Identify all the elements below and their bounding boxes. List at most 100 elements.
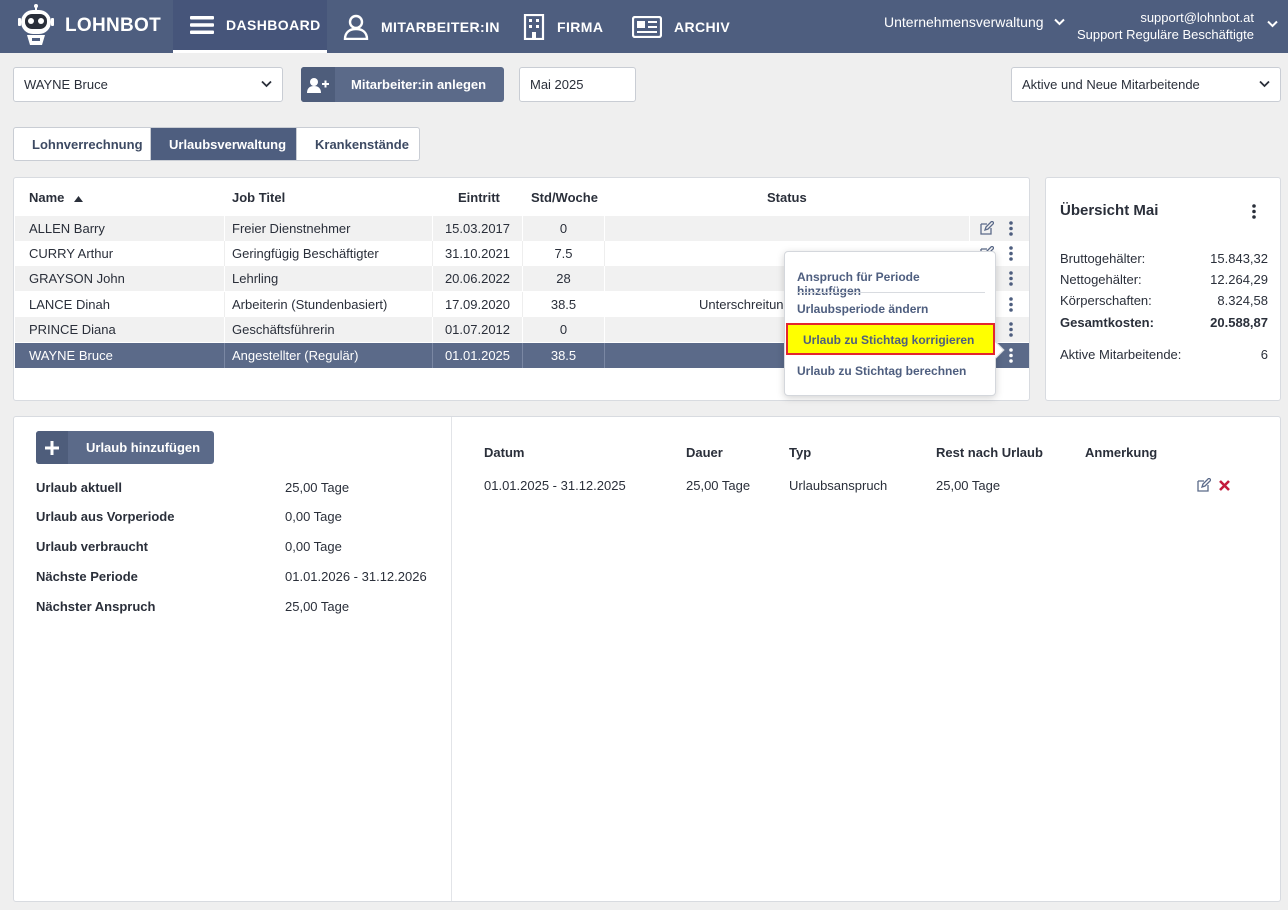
add-user-icon-box xyxy=(301,67,335,102)
add-vacation-label: Urlaub hinzufügen xyxy=(86,440,201,455)
row-actions xyxy=(969,216,1029,241)
add-user-icon xyxy=(307,77,329,93)
menu-item-change-vacation-period[interactable]: Urlaubsperiode ändern xyxy=(797,302,985,316)
employee-job: Arbeiterin (Stundenbasiert) xyxy=(224,292,432,317)
overview-total: Gesamtkosten: 20.588,87 xyxy=(1060,315,1268,330)
menu-divider xyxy=(797,292,985,293)
employee-job: Freier Dienstnehmer xyxy=(224,216,432,241)
info-value: 01.01.2026 - 31.12.2026 xyxy=(285,569,427,584)
info-label: Urlaub aus Vorperiode xyxy=(36,509,175,524)
employee-name: CURRY Arthur xyxy=(29,246,114,261)
nav-dashboard[interactable]: DASHBOARD xyxy=(173,0,327,53)
sort-ascending-icon xyxy=(74,195,84,202)
nav-archiv[interactable]: ARCHIV xyxy=(632,0,730,53)
vacation-type: Urlaubsanspruch xyxy=(789,478,888,493)
employee-select-value: WAYNE Bruce xyxy=(24,77,108,92)
info-label: Urlaub aktuell xyxy=(36,480,122,495)
employee-status xyxy=(604,216,969,241)
user-icon xyxy=(343,14,369,40)
vacation-rest: 25,00 Tage xyxy=(936,478,1001,493)
employee-name: LANCE Dinah xyxy=(29,297,110,312)
more-vertical-icon[interactable] xyxy=(1009,297,1013,312)
column-header-entry[interactable]: Eintritt xyxy=(458,190,500,205)
employee-entry: 01.07.2012 xyxy=(432,317,522,342)
chevron-down-icon[interactable] xyxy=(1267,20,1278,28)
info-value: 0,00 Tage xyxy=(285,509,342,524)
column-header-hours[interactable]: Std/Woche xyxy=(531,190,598,205)
overview-title: Übersicht Mai xyxy=(1060,202,1159,219)
top-navigation-bar: LOHNBOT DASHBOARD MITARBEITER:IN FIRMA A… xyxy=(0,0,1288,53)
table-row[interactable]: ALLEN Barry Freier Dienstnehmer 15.03.20… xyxy=(15,216,1029,241)
employee-entry: 17.09.2020 xyxy=(432,292,522,317)
vacation-duration: 25,00 Tage xyxy=(686,478,751,493)
info-label: Nächster Anspruch xyxy=(36,599,156,614)
overview-panel: Übersicht Mai Bruttogehälter: 15.843,32 N… xyxy=(1045,177,1281,401)
employee-entry: 31.10.2021 xyxy=(432,241,522,266)
column-header-date: Datum xyxy=(484,445,525,460)
nav-firma-label: FIRMA xyxy=(557,18,604,35)
employee-hours: 7.5 xyxy=(522,241,604,266)
nav-mitarbeiter-label: MITARBEITER:IN xyxy=(381,18,500,35)
employee-entry: 15.03.2017 xyxy=(432,216,522,241)
chevron-down-icon xyxy=(1259,80,1270,88)
tab-krankenstaende[interactable]: Krankenstände xyxy=(297,128,419,160)
employee-name: WAYNE Bruce xyxy=(29,348,113,363)
more-vertical-icon[interactable] xyxy=(1252,204,1256,219)
plus-icon xyxy=(45,440,59,455)
module-tabs: Lohnverrechnung Urlaubsverwaltung Kranke… xyxy=(13,127,420,161)
robot-logo-icon xyxy=(18,4,54,45)
nav-dashboard-label: DASHBOARD xyxy=(226,17,321,33)
more-vertical-icon[interactable] xyxy=(1009,221,1013,236)
plus-icon-box xyxy=(36,431,68,464)
tab-lohnverrechnung[interactable]: Lohnverrechnung xyxy=(14,128,151,160)
nav-mitarbeiter[interactable]: MITARBEITER:IN xyxy=(343,0,500,53)
menu-icon xyxy=(190,16,214,34)
info-label: Urlaub verbraucht xyxy=(36,539,148,554)
user-email: support@lohnbot.at xyxy=(1140,10,1254,25)
newspaper-icon xyxy=(632,15,662,38)
overview-active-employees: Aktive Mitarbeitende: 6 xyxy=(1060,347,1268,362)
chevron-down-icon xyxy=(261,80,272,88)
employee-job: Geschäftsführerin xyxy=(224,317,432,342)
tab-urlaubsverwaltung[interactable]: Urlaubsverwaltung xyxy=(151,128,297,160)
info-label: Nächste Periode xyxy=(36,569,138,584)
employee-name: GRAYSON John xyxy=(29,271,125,286)
add-employee-button[interactable]: Mitarbeiter:in anlegen xyxy=(301,67,504,102)
menu-item-calculate-vacation-at-date[interactable]: Urlaub zu Stichtag berechnen xyxy=(797,364,985,378)
user-menu[interactable]: support@lohnbot.at Support Reguläre Besc… xyxy=(1077,9,1254,43)
employee-hours: 38.5 xyxy=(522,343,604,368)
edit-icon[interactable] xyxy=(979,221,994,236)
menu-item-correct-vacation-at-date[interactable]: Urlaub zu Stichtag korrigieren xyxy=(803,333,991,347)
company-select[interactable]: Unternehmensverwaltung xyxy=(884,14,1065,30)
employee-filter-value: Aktive und Neue Mitarbeitende xyxy=(1022,77,1200,92)
employee-hours: 38.5 xyxy=(522,292,604,317)
employee-hours: 0 xyxy=(522,216,604,241)
overview-gross: Bruttogehälter: 15.843,32 xyxy=(1060,251,1268,266)
brand-logo[interactable]: LOHNBOT xyxy=(18,4,161,48)
delete-icon[interactable] xyxy=(1219,480,1230,491)
row-context-menu: Anspruch für Periode hinzufügen Urlaubsp… xyxy=(784,251,1005,396)
employee-select[interactable]: WAYNE Bruce xyxy=(13,67,283,102)
more-vertical-icon[interactable] xyxy=(1009,271,1013,286)
user-company: Support Reguläre Beschäftigte xyxy=(1076,27,1254,42)
period-input[interactable]: Mai 2025 xyxy=(519,67,636,102)
nav-firma[interactable]: FIRMA xyxy=(523,0,603,53)
column-header-job[interactable]: Job Titel xyxy=(232,190,285,205)
more-vertical-icon[interactable] xyxy=(1009,322,1013,337)
panel-divider xyxy=(451,417,452,901)
brand-name: LOHNBOT xyxy=(65,15,162,36)
period-value: Mai 2025 xyxy=(530,77,584,92)
add-vacation-button[interactable]: Urlaub hinzufügen xyxy=(36,431,214,464)
employee-name: PRINCE Diana xyxy=(29,322,116,337)
column-header-name[interactable]: Name xyxy=(29,190,84,205)
more-vertical-icon[interactable] xyxy=(1009,348,1013,363)
info-value: 0,00 Tage xyxy=(285,539,342,554)
more-vertical-icon[interactable] xyxy=(1009,246,1013,261)
column-header-status[interactable]: Status xyxy=(767,190,807,205)
overview-net: Nettogehälter: 12.264,29 xyxy=(1060,272,1268,287)
employee-filter-select[interactable]: Aktive und Neue Mitarbeitende xyxy=(1011,67,1281,102)
menu-item-add-entitlement[interactable]: Anspruch für Periode hinzufügen xyxy=(797,270,985,298)
add-employee-label: Mitarbeiter:in anlegen xyxy=(351,77,487,92)
employee-hours: 0 xyxy=(522,317,604,342)
edit-icon[interactable] xyxy=(1196,478,1211,493)
